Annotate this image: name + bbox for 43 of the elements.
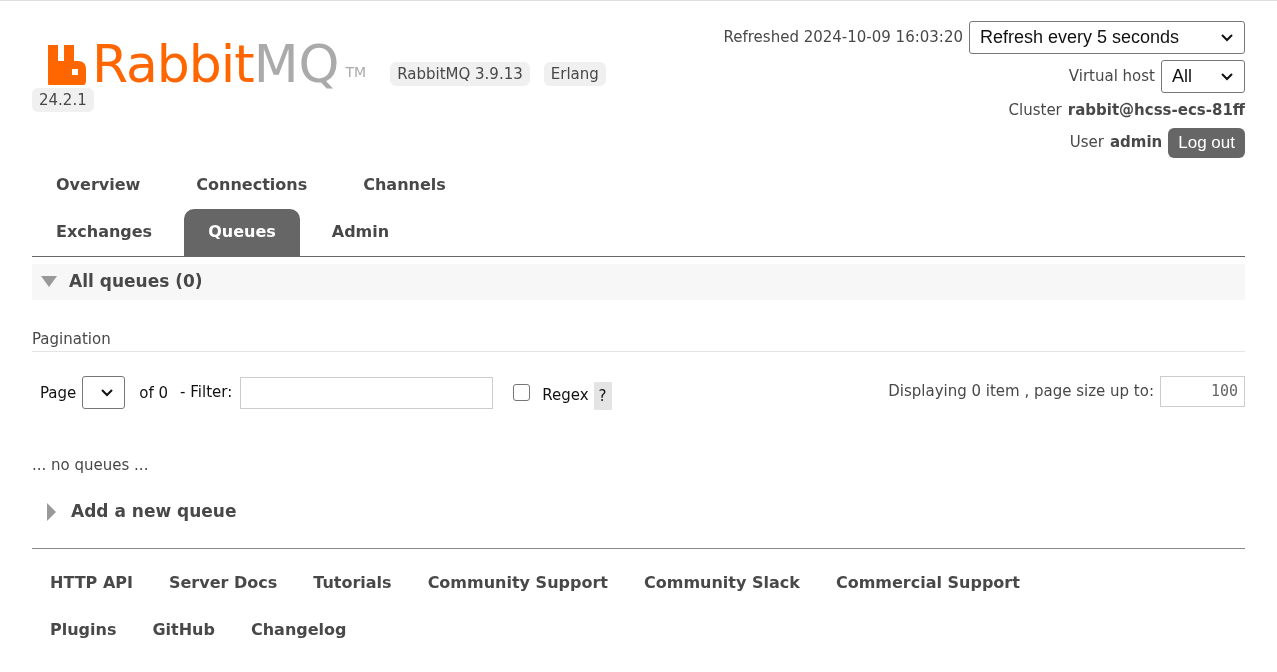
refresh-select[interactable]: Refresh every 5 seconds: [969, 21, 1245, 54]
cluster-label: Cluster: [1008, 100, 1062, 121]
nav-tab[interactable]: Connections: [172, 161, 332, 209]
footer-link[interactable]: Community Support: [427, 570, 608, 595]
virtual-host-select[interactable]: All: [1161, 60, 1245, 93]
cluster-name: rabbit@hcss-ecs-81ff: [1067, 100, 1245, 121]
footer-link[interactable]: Plugins: [50, 617, 117, 642]
displaying-text: Displaying 0 item , page size up to:: [888, 380, 1154, 402]
footer-link[interactable]: Changelog: [250, 617, 347, 642]
nav-tab[interactable]: Queues: [184, 208, 300, 256]
user-label: User: [1069, 132, 1104, 154]
footer-link[interactable]: Tutorials: [313, 570, 392, 595]
footer-link[interactable]: HTTP API: [50, 570, 133, 595]
page-label: Page: [40, 383, 77, 405]
footer-link[interactable]: Community Slack: [643, 570, 800, 595]
help-button[interactable]: ?: [593, 381, 612, 410]
page-size-input[interactable]: 100: [1160, 375, 1245, 407]
version-badge: RabbitMQ 3.9.13: [390, 62, 530, 86]
chevron-down-icon: [1220, 33, 1234, 42]
footer-link[interactable]: GitHub: [152, 617, 215, 642]
page-select[interactable]: [82, 376, 126, 409]
empty-message: ... no queues ...: [32, 454, 150, 476]
footer-link[interactable]: Server Docs: [168, 570, 278, 595]
user-name: admin: [1109, 132, 1163, 154]
regex-checkbox[interactable]: [513, 384, 531, 401]
footer-link[interactable]: Commercial Support: [835, 570, 1020, 595]
nav-tab[interactable]: Exchanges: [32, 208, 177, 256]
nav-tab[interactable]: Admin: [307, 208, 414, 256]
nav-tab[interactable]: Channels: [339, 161, 470, 209]
virtual-host-label: Virtual host: [1068, 66, 1155, 88]
chevron-down-icon: [1220, 72, 1234, 81]
page-count: of 0: [139, 383, 169, 405]
rabbitmq-logo: RabbitMQ TM: [48, 41, 367, 87]
nav-tab[interactable]: Overview: [32, 161, 165, 209]
add-queue-toggle[interactable]: Add a new queue: [32, 500, 1245, 524]
filter-input[interactable]: [240, 376, 494, 409]
refreshed-time: Refreshed 2024-10-09 16:03:20: [723, 27, 963, 49]
chevron-down-icon: [100, 388, 115, 397]
pagination-heading: Pagination: [32, 327, 1245, 352]
filter-label: - Filter:: [180, 382, 233, 404]
regex-label: Regex: [542, 385, 589, 407]
section-header[interactable]: All queues (0): [32, 263, 1245, 300]
logout-button[interactable]: Log out: [1168, 127, 1245, 158]
